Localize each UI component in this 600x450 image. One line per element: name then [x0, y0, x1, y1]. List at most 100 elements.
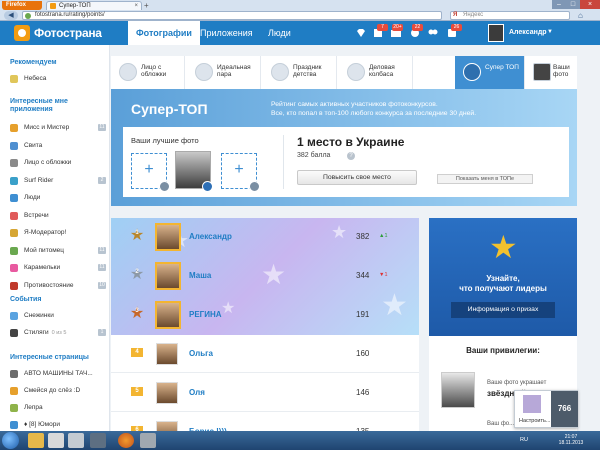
new-tab-button[interactable]: +	[144, 2, 154, 10]
nav-apps[interactable]: Приложения	[192, 21, 261, 45]
browser-tab[interactable]: Супер-ТОП ×	[46, 1, 142, 10]
leader-name[interactable]: Ольга	[189, 349, 213, 358]
user-avatar[interactable]	[488, 24, 504, 42]
sidebar-item[interactable]: Свита	[10, 140, 106, 151]
sidebar-title-apps: Интересные мне приложения	[10, 98, 68, 113]
avatar[interactable]	[155, 301, 181, 329]
media-icon[interactable]	[68, 433, 84, 448]
sidebar-item-label: Мой питомец	[24, 246, 65, 254]
close-tab-icon[interactable]: ×	[134, 2, 138, 10]
sidebar-item[interactable]: Мой питомец 11	[10, 245, 106, 256]
category-label: Ваши фото	[553, 64, 570, 78]
divider	[111, 411, 419, 412]
privilege-caption-2: Ваш фо...	[487, 421, 515, 427]
leader-name[interactable]: Александр	[189, 232, 232, 241]
leader-score: 382	[356, 232, 370, 241]
avatar[interactable]	[156, 382, 178, 404]
home-icon[interactable]: ⌂	[578, 11, 592, 20]
start-button[interactable]	[2, 432, 19, 449]
privilege-caption: Ваше фото украшает	[487, 380, 547, 386]
leader-name[interactable]: Оля	[189, 388, 205, 397]
sidebar-item[interactable]: Стиляги 0 из 5 1	[10, 327, 106, 338]
folder-icon[interactable]	[48, 433, 64, 448]
show-me-in-top-button[interactable]: Показать меня в ТОПе	[437, 174, 533, 184]
best-photos-label: Ваши лучшие фото	[131, 136, 199, 145]
leaderboard-row[interactable]: ★ 1 Александр 382 ▲1	[111, 218, 419, 256]
maximize-button[interactable]: □	[566, 0, 580, 9]
sidebar-item-count: 11	[98, 264, 106, 271]
logo-icon[interactable]	[14, 25, 30, 41]
firefox-icon[interactable]	[118, 433, 134, 448]
diamond-icon[interactable]	[355, 27, 367, 39]
sidebar-item[interactable]: Встречи	[10, 210, 106, 221]
add-photo-slot[interactable]: +	[131, 153, 170, 192]
close-window-button[interactable]: ×	[580, 0, 600, 9]
sidebar: Рекомендуем Небеса Интересные мне прилож…	[0, 45, 110, 431]
clock[interactable]: 21:07 18.11.2013	[555, 434, 587, 446]
leaderboard-row[interactable]: ★ 2 Маша 344 ▼1	[111, 257, 419, 295]
explorer-icon[interactable]	[28, 433, 44, 448]
leaderboard-row[interactable]: 4 Ольга 160	[111, 335, 419, 373]
notification-popup[interactable]: Настроить... 766	[514, 390, 578, 428]
friends-icon[interactable]	[427, 27, 439, 39]
avatar[interactable]	[155, 223, 181, 251]
back-button[interactable]: ◀	[4, 11, 18, 20]
cover-face-icon	[119, 63, 137, 81]
nav-people[interactable]: Люди	[260, 21, 299, 45]
category-business[interactable]: Деловая колбаса	[339, 56, 413, 89]
sidebar-item[interactable]: Я-Модератор!	[10, 227, 106, 238]
raise-place-button[interactable]: Повысить свое место	[297, 170, 417, 185]
sidebar-item-label: Снежинки	[24, 312, 54, 319]
language-indicator[interactable]: RU	[520, 437, 528, 443]
avatar[interactable]	[155, 262, 181, 290]
sidebar-item[interactable]: АВТО МАШИНЫ ТАЧ...	[10, 368, 106, 379]
address-bar[interactable]: fotostrana.ru/rating/points/	[22, 11, 442, 20]
category-your-photos[interactable]: Ваши фото	[525, 56, 577, 89]
help-icon[interactable]: ?	[347, 152, 355, 160]
prizes-info-button[interactable]: Информация о призах	[451, 302, 555, 318]
app-icon[interactable]	[140, 433, 156, 448]
notification-settings-link[interactable]: Настроить...	[519, 418, 550, 424]
sidebar-item[interactable]: ♦ [8] Юмори	[10, 419, 106, 430]
best-photo[interactable]	[175, 151, 213, 192]
site-logo[interactable]: Фотострана	[34, 26, 102, 40]
category-super-top[interactable]: Супер ТОП	[455, 56, 525, 89]
sidebar-item-label: Смейся до слёз :D	[24, 387, 81, 394]
sidebar-item[interactable]: Люди	[10, 192, 106, 203]
sidebar-item[interactable]: Мисс и Мистер 11	[10, 122, 106, 133]
app-icon	[10, 141, 18, 150]
sidebar-item[interactable]: Лицо с обложки	[10, 157, 106, 168]
category-childhood[interactable]: Праздник детства	[263, 56, 337, 89]
sidebar-item[interactable]: Снежинки	[10, 310, 106, 321]
nav-photos[interactable]: Фотографии	[128, 21, 200, 45]
site-identity-icon[interactable]	[25, 13, 31, 19]
firefox-menu-button[interactable]: Firefox	[2, 1, 42, 10]
leaderboard-row[interactable]: ★ 3 РЕГИНА 191	[111, 296, 419, 334]
user-name[interactable]: Александр	[509, 29, 547, 36]
sidebar-item[interactable]: Surf Rider 2	[10, 175, 106, 186]
leaderboard-row[interactable]: 5 Оля 146	[111, 374, 419, 412]
prizes-banner[interactable]: ★ Узнайте, что получают лидеры Информаци…	[429, 218, 577, 336]
sidebar-item-recommended[interactable]: Небеса	[10, 73, 106, 84]
sidebar-item-label: АВТО МАШИНЫ ТАЧ...	[24, 370, 93, 377]
search-input[interactable]: Я Яндекс	[450, 11, 570, 20]
chevron-down-icon[interactable]: ▼	[547, 29, 553, 35]
sidebar-item[interactable]: Противостояние 10	[10, 280, 106, 291]
sidebar-item[interactable]: Карамельки 11	[10, 262, 106, 273]
category-ideal-couple[interactable]: Идеальная пара	[187, 56, 261, 89]
minimize-button[interactable]: –	[552, 0, 566, 9]
star-icon: ★	[489, 229, 518, 265]
sidebar-item-label: Свита	[24, 141, 43, 149]
sidebar-item-label: Карамельки	[24, 264, 61, 271]
browser-toolbar: Firefox Супер-ТОП × + – □ × ◀ fotostrana…	[0, 0, 600, 21]
add-photo-slot[interactable]: +	[221, 153, 260, 192]
leader-name[interactable]: Маша	[189, 271, 211, 280]
sidebar-item-label: Лицо с обложки	[24, 159, 72, 166]
leader-name[interactable]: РЕГИНА	[189, 310, 222, 319]
app-icon[interactable]	[90, 433, 106, 448]
sidebar-item[interactable]: Лепра	[10, 402, 106, 413]
category-cover-face[interactable]: Лицо с обложки	[111, 56, 185, 89]
avatar[interactable]	[156, 343, 178, 365]
category-label: Лицо с обложки	[141, 64, 167, 78]
sidebar-item[interactable]: Смейся до слёз :D	[10, 385, 106, 396]
